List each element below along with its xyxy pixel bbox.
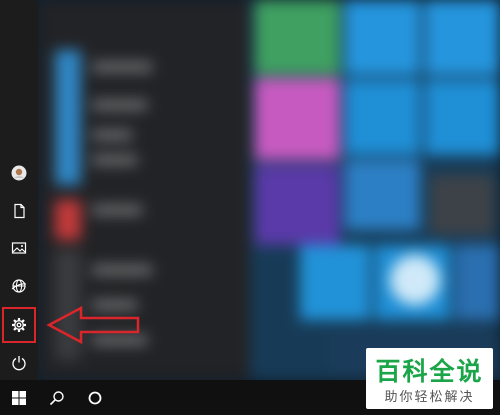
circle-icon — [88, 391, 102, 404]
network-button[interactable] — [0, 268, 38, 304]
pictures-button[interactable] — [0, 230, 38, 266]
power-icon — [12, 356, 26, 371]
avatar-icon — [11, 165, 27, 181]
start-button[interactable] — [0, 380, 38, 415]
search-icon — [49, 390, 64, 405]
document-icon — [14, 203, 25, 219]
pictures-icon — [11, 242, 27, 254]
globe-icon — [11, 279, 27, 293]
watermark: 百科全说 助你轻松解决 — [366, 348, 493, 409]
settings-highlight-box — [2, 307, 36, 343]
search-button[interactable] — [38, 380, 76, 415]
desktop-screen: 百科全说 助你轻松解决 — [0, 0, 500, 415]
power-button[interactable] — [0, 345, 38, 381]
user-account-button[interactable] — [0, 155, 38, 191]
documents-button[interactable] — [0, 193, 38, 229]
watermark-title: 百科全说 — [375, 357, 484, 386]
watermark-subtitle: 助你轻松解决 — [384, 390, 475, 405]
windows-logo-icon — [12, 390, 26, 405]
annotation-arrow — [46, 305, 140, 345]
cortana-button[interactable] — [76, 380, 114, 415]
